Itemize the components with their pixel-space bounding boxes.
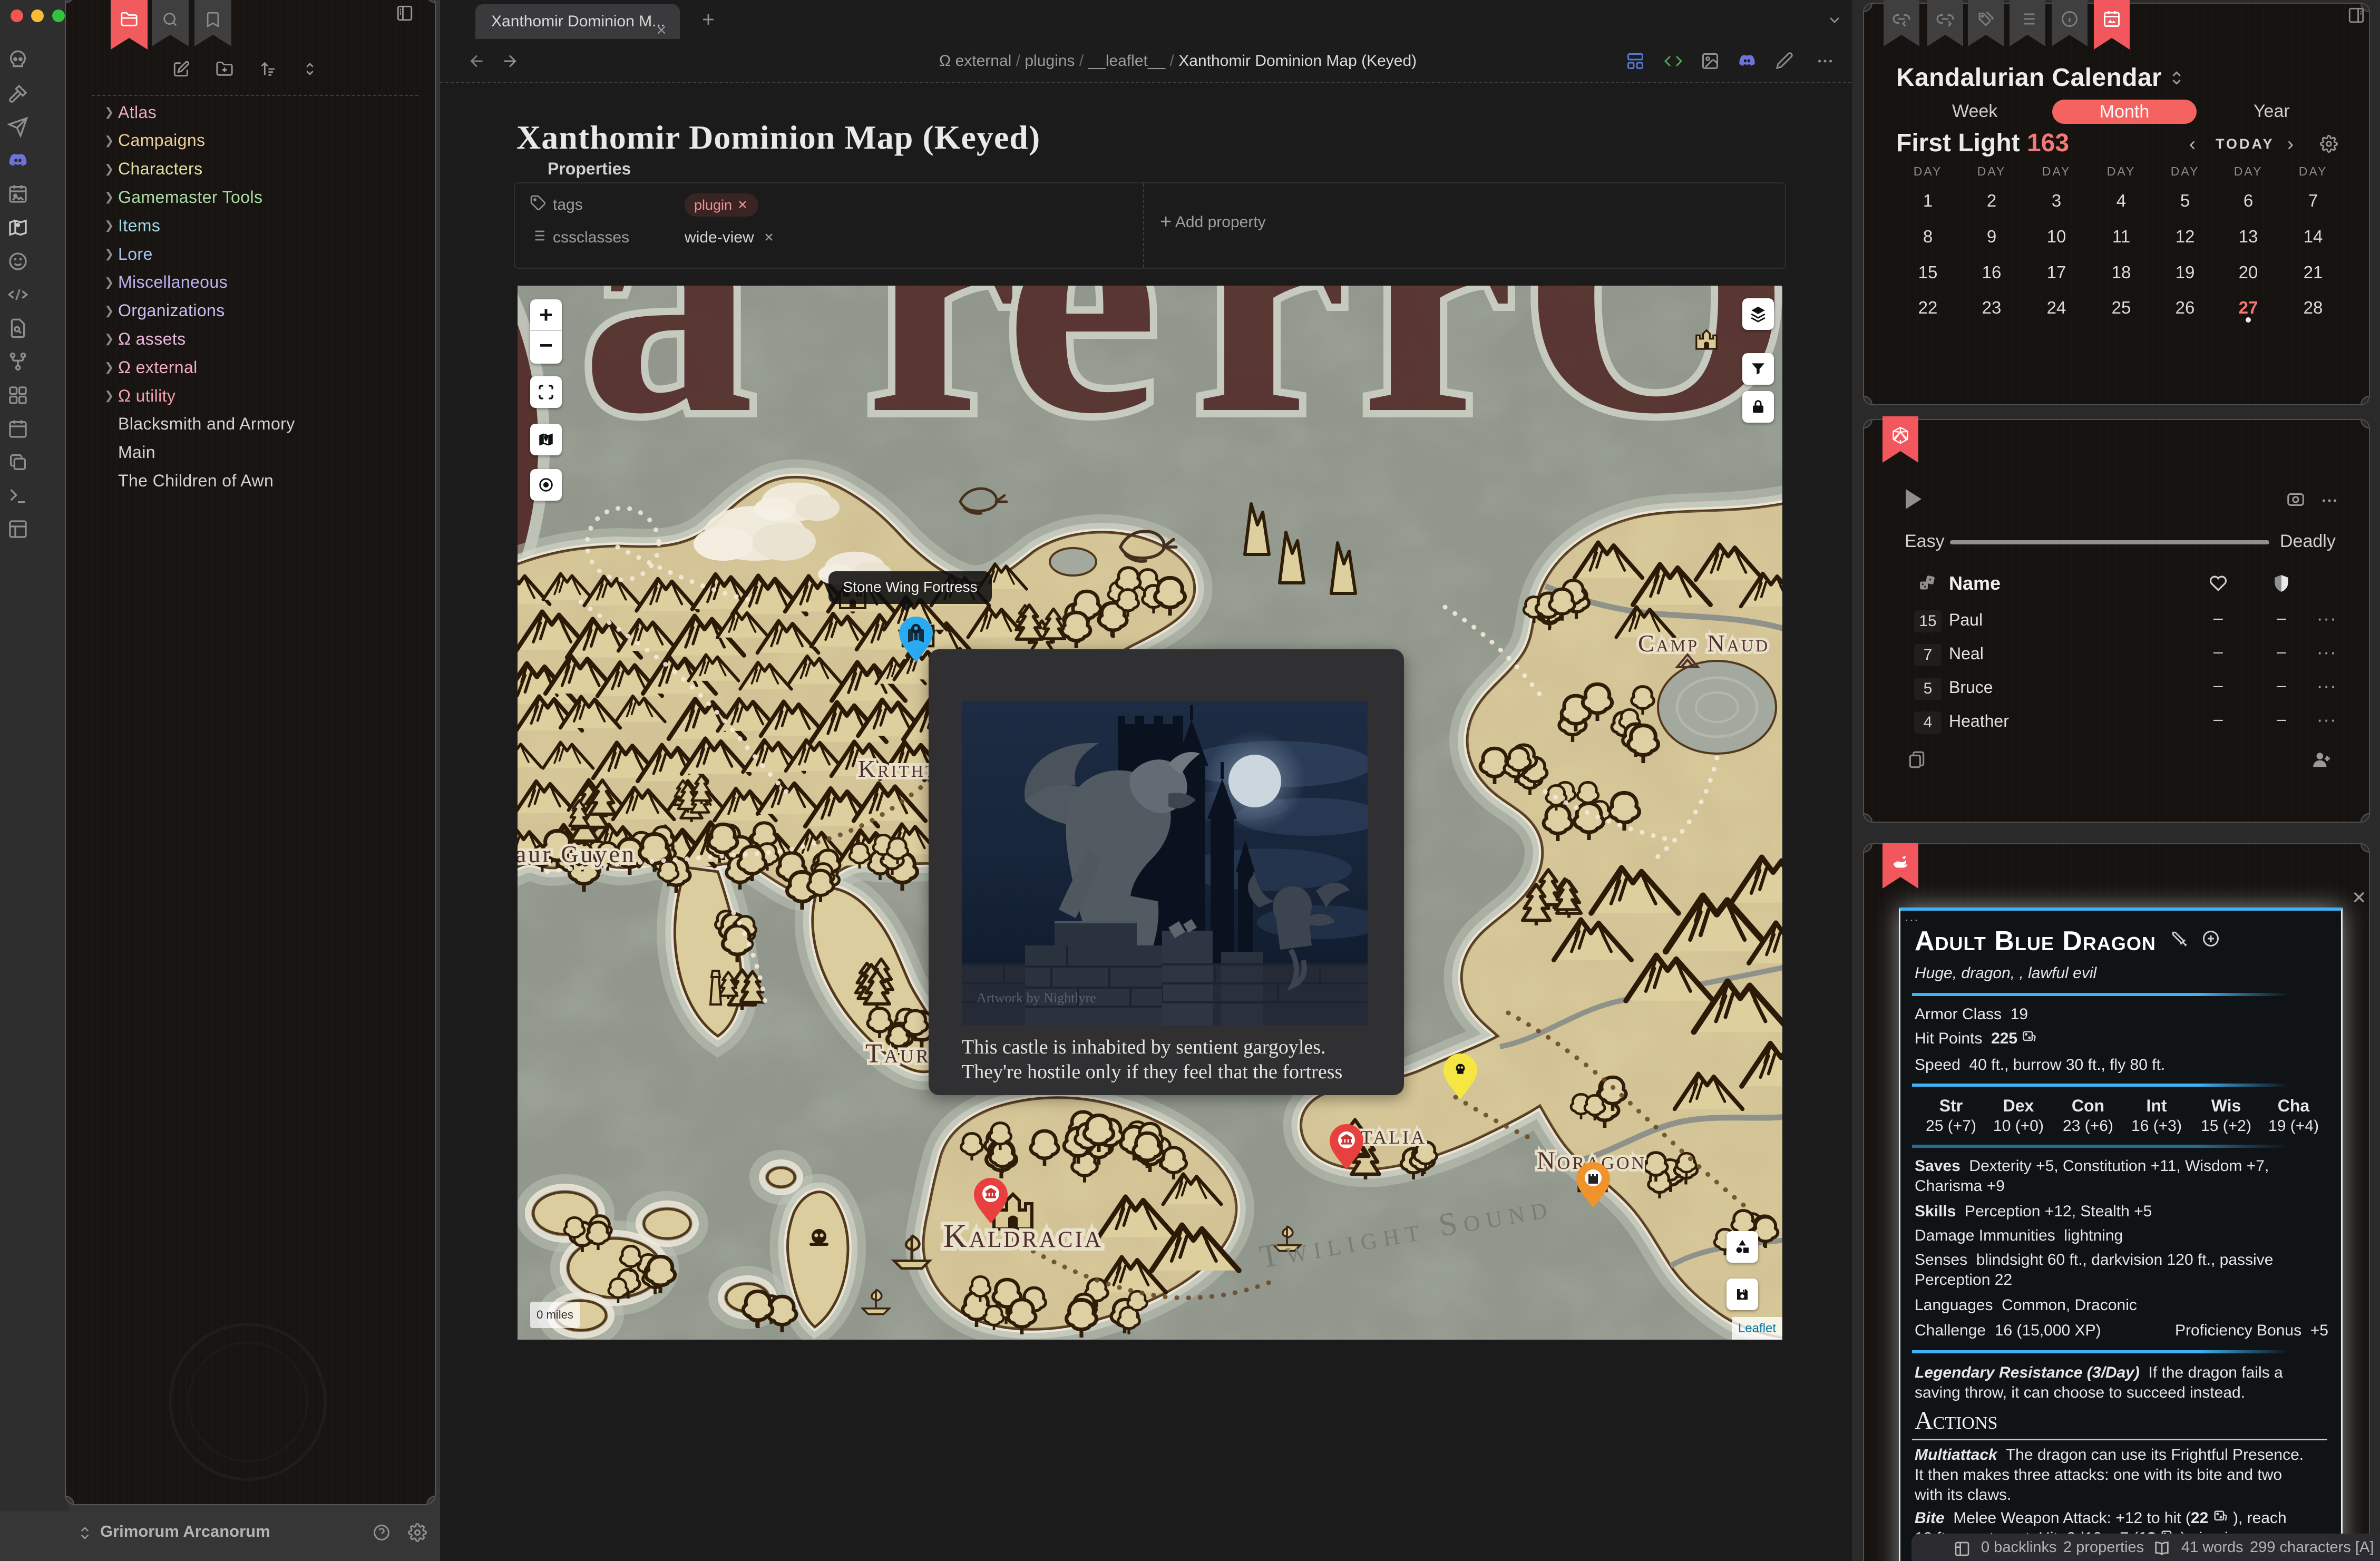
svg-text:Camp Naud: Camp Naud xyxy=(1638,630,1770,657)
svg-text:e: e xyxy=(1004,286,1159,485)
svg-text:r: r xyxy=(865,286,1020,485)
svg-text:aur Guyen: aur Guyen xyxy=(518,841,636,867)
svg-text:r: r xyxy=(1361,286,1515,485)
svg-text:Kaldracia: Kaldracia xyxy=(943,1218,1103,1254)
svg-text:r: r xyxy=(1194,286,1349,485)
svg-text:Artwork by Nightlyre: Artwork by Nightlyre xyxy=(977,990,1096,1006)
svg-text:a: a xyxy=(581,286,755,485)
